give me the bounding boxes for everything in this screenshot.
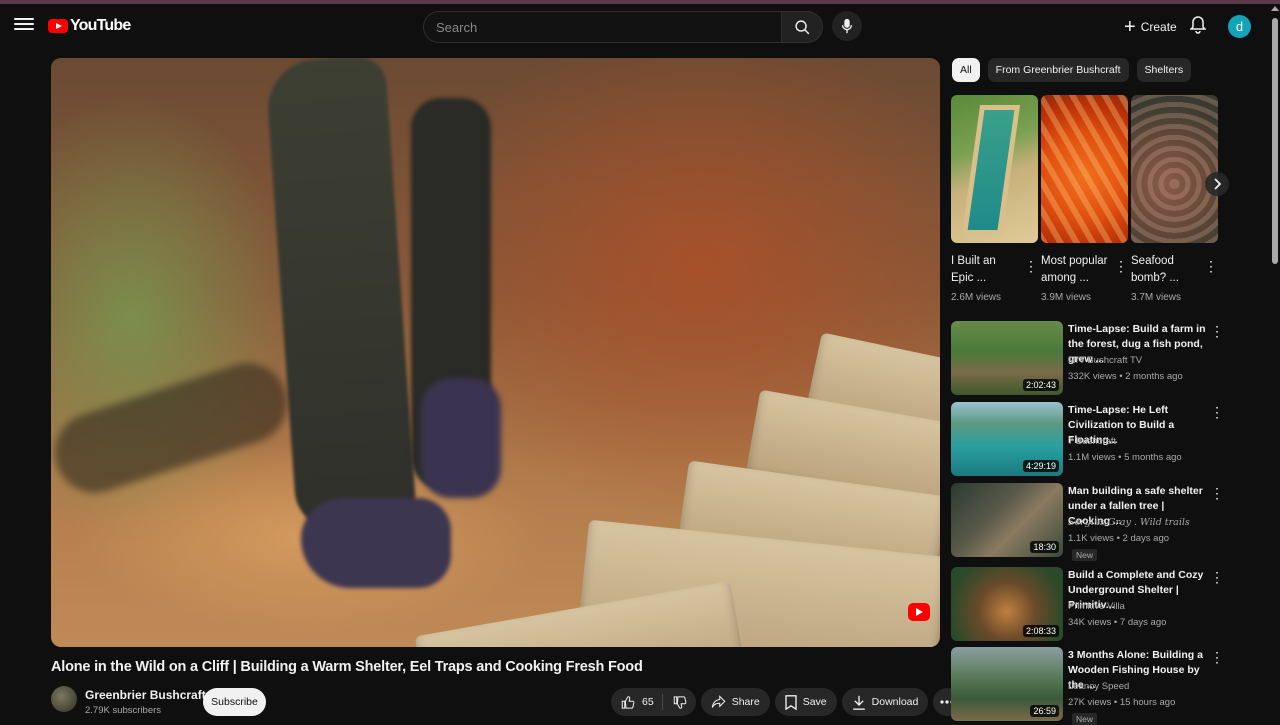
short-item[interactable]: I Built an Epic ... ⋮ 2.6M views [951,95,1038,303]
thumbs-down-icon [673,695,687,709]
video-channel[interactable]: 7 Bushcraft [1068,436,1116,447]
recommended-video[interactable]: 26:59 3 Months Alone: Building a Wooden … [951,647,1224,725]
plus-icon: + [1124,16,1136,38]
short-thumbnail [1041,95,1128,243]
dislike-button[interactable] [663,688,696,716]
recommended-video[interactable]: 18:30 Man building a safe shelter under … [951,483,1224,561]
page-scrollbar-thumb[interactable] [1272,18,1278,264]
short-item[interactable]: Most popular among ... ⋮ 3.9M views [1041,95,1128,303]
scroll-up-arrow-icon[interactable] [1271,6,1279,11]
video-channel[interactable]: Sergius Gray . Wild trails [1068,517,1190,528]
video-duration: 4:29:19 [1022,460,1059,472]
short-title: Seafood bomb? ... [1131,255,1179,284]
share-button[interactable]: Share [700,688,770,716]
video-meta: 34K views • 7 days ago [1068,617,1167,628]
search-button[interactable] [781,11,823,43]
search-input[interactable] [423,11,781,43]
short-views: 2.6M views [951,292,1002,303]
share-icon [711,695,726,708]
download-button[interactable]: Download [841,688,929,716]
create-button[interactable]: + Create [1118,14,1183,40]
video-thumbnail: 2:02:43 [951,321,1063,395]
short-more-icon[interactable]: ⋮ [1114,258,1128,275]
thumbs-up-icon [621,695,635,709]
short-more-icon[interactable]: ⋮ [1204,258,1218,275]
short-item[interactable]: Seafood bomb? ... ⋮ 3.7M views [1131,95,1218,303]
video-duration: 2:08:33 [1022,625,1059,637]
video-thumbnail: 2:08:33 [951,567,1063,641]
microphone-icon [841,18,853,34]
user-avatar[interactable]: d [1228,15,1251,38]
filter-chips: All From Greenbrier Bushcraft Shelters [952,58,1192,82]
short-thumbnail [951,95,1038,243]
like-count: 65 [642,696,654,708]
recommended-video[interactable]: 2:02:43 Time-Lapse: Build a farm in the … [951,321,1224,397]
video-thumbnail: 18:30 [951,483,1063,557]
chip-shelters[interactable]: Shelters [1136,58,1192,82]
video-meta: 332K views • 2 months ago [1068,371,1183,382]
save-label: Save [802,696,827,708]
like-dislike-group: 65 [611,688,696,716]
save-button[interactable]: Save [774,688,837,716]
video-meta: 1.1M views • 5 months ago [1068,452,1182,463]
youtube-play-icon [48,19,68,33]
video-more-icon[interactable]: ⋮ [1210,323,1224,340]
download-icon [852,695,865,710]
share-label: Share [731,696,760,708]
shorts-shelf: I Built an Epic ... ⋮ 2.6M views Most po… [951,95,1219,310]
video-meta: 27K views • 15 hours ago [1068,697,1176,708]
like-button[interactable]: 65 [611,688,662,716]
video-channel[interactable]: Primitive Villa [1068,601,1125,612]
masthead: YouTube + Create d [0,4,1280,50]
recommended-video[interactable]: 4:29:19 Time-Lapse: He Left Civilization… [951,402,1224,478]
bookmark-icon [785,694,797,710]
channel-avatar[interactable] [51,686,77,712]
short-title: I Built an Epic ... [951,255,996,284]
video-channel[interactable]: Leanoy Speed [1068,681,1129,692]
shorts-next-button[interactable] [1205,172,1229,196]
video-duration: 18:30 [1030,541,1059,553]
short-more-icon[interactable]: ⋮ [1024,258,1038,275]
short-thumbnail [1131,95,1218,243]
video-more-icon[interactable]: ⋮ [1210,569,1224,586]
video-duration: 26:59 [1030,705,1059,717]
short-views: 3.7M views [1131,292,1182,303]
youtube-logo[interactable]: YouTube [48,17,131,35]
short-title: Most popular among ... [1041,255,1108,284]
video-more-icon[interactable]: ⋮ [1210,485,1224,502]
subscribe-button[interactable]: Subscribe [203,688,266,716]
short-views: 3.9M views [1041,292,1092,303]
search-bar [423,11,823,43]
video-actions: 65 Share Save Download [611,688,962,716]
create-label: Create [1140,20,1177,34]
channel-watermark-icon[interactable] [908,603,930,621]
voice-search-button[interactable] [832,11,862,41]
chevron-right-icon [1214,178,1221,190]
logo-text: YouTube [70,17,131,34]
video-frame-bricks [391,332,940,647]
chip-all[interactable]: All [952,58,980,82]
channel-name[interactable]: Greenbrier Bushcraft [85,688,206,702]
new-badge: New [1072,549,1098,561]
video-more-icon[interactable]: ⋮ [1210,649,1224,666]
hamburger-menu-icon[interactable] [14,15,34,35]
video-thumbnail: 26:59 [951,647,1063,721]
subscriber-count: 2.79K subscribers [85,705,162,716]
video-thumbnail: 4:29:19 [951,402,1063,476]
download-label: Download [871,696,919,708]
video-title: Alone in the Wild on a Cliff | Building … [51,659,643,675]
notifications-bell-icon[interactable] [1189,16,1207,39]
video-channel[interactable]: MrT Bushcraft TV [1068,355,1142,366]
recommended-video[interactable]: 2:08:33 Build a Complete and Cozy Underg… [951,567,1224,643]
video-more-icon[interactable]: ⋮ [1210,404,1224,421]
chip-from-channel[interactable]: From Greenbrier Bushcraft [987,58,1129,82]
video-duration: 2:02:43 [1022,379,1059,391]
video-meta: 1.1K views • 2 days ago [1068,533,1170,544]
new-badge: New [1072,713,1098,725]
search-icon [794,19,809,34]
video-player[interactable] [51,58,940,647]
